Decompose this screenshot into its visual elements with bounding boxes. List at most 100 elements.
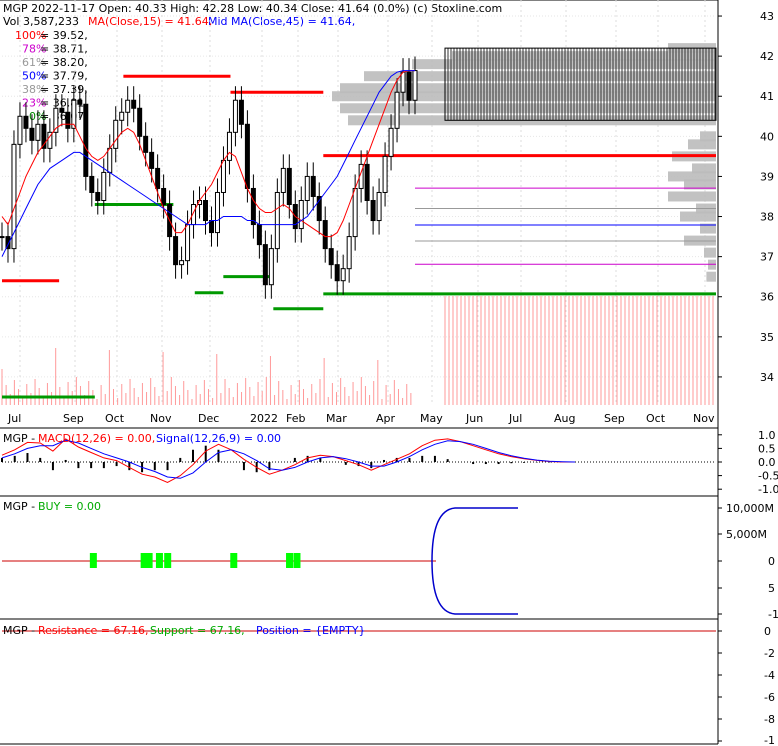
position-y-tick-label: -6 [764, 691, 775, 704]
buy-label: BUY = 0.00 [38, 500, 101, 513]
price-header: MGP 2022-11-17 Open: 40.33 High: 42.28 L… [3, 2, 502, 28]
volume-profile-bar [680, 211, 716, 222]
buy-panel: 10,000M 5,000M 0 5 -1 [2, 502, 778, 621]
price-candle [149, 151, 155, 169]
price-y-tick-label: 39 [760, 170, 774, 183]
position-y-tick-label: -1 [764, 734, 775, 746]
macd-y-tick-label: -1.0 [758, 483, 778, 496]
buy-signal-marker [89, 553, 97, 568]
buy-signal-marker [293, 553, 301, 568]
buy-signal-marker [155, 553, 163, 568]
price-candle [220, 159, 226, 193]
position-title: MGP - Resistance = 67.16, Support = 67.1… [3, 624, 366, 637]
price-candle [352, 187, 358, 238]
buy-signal-marker [164, 553, 172, 568]
volume-label: Vol 3,587,233 [3, 15, 79, 28]
fib-level-value: = 39.52, [40, 29, 88, 42]
price-candle [286, 167, 292, 206]
price-candle [89, 175, 95, 193]
price-candle [412, 70, 418, 101]
price-candle [23, 115, 29, 129]
volume-profile-bar [668, 191, 716, 202]
buy-signal-marker [230, 553, 238, 568]
price-candle [370, 199, 376, 222]
price-candle [208, 220, 214, 234]
price-candle [298, 199, 304, 230]
price-x-tick-label: Nov [693, 412, 715, 425]
price-candle [83, 103, 89, 177]
price-candle [244, 123, 250, 189]
price-x-tick-label: Feb [286, 412, 305, 425]
price-candle [155, 167, 161, 189]
price-candle [394, 91, 400, 129]
price-candle [364, 163, 370, 201]
svg-text:MGP -: MGP - [3, 500, 35, 513]
price-candle [340, 268, 346, 282]
price-candle [400, 71, 406, 93]
price-y-tick-label: 37 [760, 251, 774, 264]
macd-y-tick-label: 1.0 [758, 429, 776, 442]
price-y-tick-label: 42 [760, 50, 774, 63]
price-x-tick-label: Dec [198, 412, 219, 425]
position-y-tick-label: -2 [764, 647, 775, 660]
price-candle [406, 71, 412, 101]
price-candle [113, 119, 119, 149]
signal-line [1, 439, 576, 479]
price-y-tick-label: 41 [760, 90, 774, 103]
position-y-tick-label: 0 [764, 625, 771, 638]
price-candle [77, 99, 83, 105]
position-y-tick-label: -8 [764, 713, 775, 726]
fib-level-value: = 38.71, [40, 43, 88, 56]
price-candle [35, 123, 41, 141]
price-candle [137, 107, 143, 137]
price-candle [322, 220, 328, 250]
price-candle [334, 264, 340, 282]
price-candle [173, 236, 179, 266]
price-candle [226, 131, 232, 161]
macd-line [1, 438, 575, 483]
price-y-tick-label: 40 [760, 130, 774, 143]
price-panel: 43 42 41 40 39 38 37 36 35 34 Jul Sep Oct Nov Dec 2022 F… [0, 0, 774, 425]
buy-y-tick-label: 10,000M [726, 502, 774, 515]
price-candle [280, 167, 286, 193]
macd-label: MACD(12,26) = 0.00, [38, 432, 155, 445]
price-candle [131, 99, 137, 109]
price-candle [143, 135, 149, 153]
price-candle [101, 171, 107, 201]
price-candle [125, 99, 131, 113]
stock-chart: MGP 2022-11-17 Open: 40.33 High: 42.28 L… [0, 0, 778, 746]
price-x-tick-label: Nov [150, 412, 172, 425]
price-candle [59, 107, 65, 113]
price-candle [376, 191, 382, 222]
price-x-tick-label: 2022 [250, 412, 278, 425]
price-candle [268, 248, 274, 286]
price-y-tick-label: 35 [760, 331, 774, 344]
macd-y-tick-label: 0.5 [758, 442, 776, 455]
support-label: Support = 67.16, [150, 624, 245, 637]
price-candle [328, 248, 334, 266]
price-x-tick-label: Oct [646, 412, 666, 425]
buy-y-tick-label: 0 [768, 555, 775, 568]
position-panel: 0 -2 -4 -6 -8 -1 [2, 625, 775, 746]
price-x-tick-label: Jul [508, 412, 522, 425]
price-candle [65, 111, 71, 129]
price-candle [29, 127, 35, 141]
ma15-label: MA(Close,15) = 41.64, [88, 15, 212, 28]
volume-profile-bar [704, 247, 716, 258]
buy-title: MGP - BUY = 0.00 [3, 500, 101, 513]
price-x-tick-label: May [420, 412, 443, 425]
price-x-tick-label: Aug [554, 412, 575, 425]
fib-level-value: = 38.20, [40, 56, 88, 69]
svg-text:MGP -: MGP - [3, 624, 35, 637]
macd-title: MGP - MACD(12,26) = 0.00, Signal(12,26,9… [3, 432, 281, 445]
volume-profile-bar [688, 139, 716, 150]
macd-y-tick-label: 0.0 [758, 456, 776, 469]
price-candle [107, 147, 113, 173]
price-candle [119, 111, 125, 121]
price-candle [382, 155, 388, 193]
price-y-tick-label: 43 [760, 10, 774, 23]
fib-level-value: = 37.79, [40, 70, 88, 83]
signal-label: Signal(12,26,9) = 0.00 [156, 432, 281, 445]
position-label: Position = {EMPTY} [256, 624, 366, 637]
header-line: MGP 2022-11-17 Open: 40.33 High: 42.28 L… [3, 2, 502, 15]
